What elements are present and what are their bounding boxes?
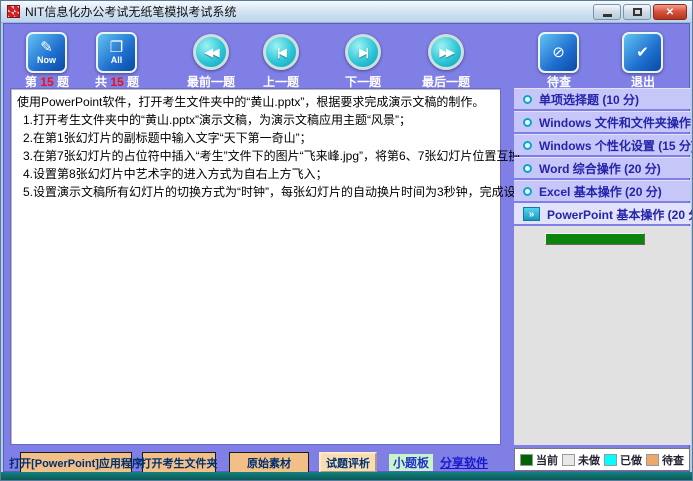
previous-icon: |◀: [277, 46, 285, 59]
circle-icon: [523, 187, 532, 196]
legend-current: 当前: [520, 452, 558, 468]
section-sidebar: 单项选择题 (10 分) Windows 文件和文件夹操作 (15 分) Win…: [514, 88, 691, 445]
document-icon: ❐: [110, 41, 123, 55]
app-icon: [7, 5, 20, 18]
section-label: 单项选择题 (10 分): [539, 91, 639, 108]
section-label: Windows 文件和文件夹操作 (15 分): [539, 114, 693, 131]
sidebar-item-word[interactable]: Word 综合操作 (20 分): [514, 157, 691, 178]
pencil-icon: ✎: [40, 41, 53, 55]
question-button-current[interactable]: [545, 233, 645, 245]
previous-question-button[interactable]: |◀: [263, 34, 299, 70]
question-board-link[interactable]: 小题板: [389, 454, 433, 471]
section-label: Word 综合操作 (20 分): [539, 160, 661, 177]
maximize-icon: [633, 8, 642, 16]
open-application-button[interactable]: 打开[PowerPoint]应用程序: [20, 452, 132, 473]
legend-review: 待查: [646, 452, 684, 468]
sidebar-item-powerpoint-current[interactable]: » PowerPoint 基本操作 (20 分): [514, 203, 691, 224]
label-prefix: 共: [95, 75, 107, 89]
question-button-panel: [514, 226, 691, 445]
check-document-icon: ✔: [636, 46, 649, 60]
label-suffix: 题: [127, 75, 139, 89]
legend-not-done: 未做: [562, 452, 600, 468]
legend-done: 已做: [604, 452, 642, 468]
done-swatch: [604, 454, 617, 466]
exit-button[interactable]: ✔: [622, 32, 663, 73]
question-analysis-button[interactable]: 试题评析: [319, 452, 377, 473]
now-button-text: Now: [37, 55, 56, 65]
question-item: 1.打开考生文件夹中的“黄山.pptx”演示文稿，为演示文稿应用主题“风景”；: [17, 111, 494, 129]
window-controls: ✕: [593, 4, 687, 20]
legend-label: 待查: [662, 452, 684, 468]
close-button[interactable]: ✕: [653, 4, 687, 20]
question-item: 4.设置第8张幻灯片中艺术字的进入方式为自右上方飞入；: [17, 165, 494, 183]
all-questions-view-button[interactable]: ❐ All: [96, 32, 137, 73]
circle-icon: [523, 141, 532, 150]
question-item: 2.在第1张幻灯片的副标题中输入文字“天下第一奇山”；: [17, 129, 494, 147]
question-item: 3.在第7张幻灯片的占位符中插入“考生”文件下的图片“飞来峰.jpg”，将第6、…: [17, 147, 494, 165]
current-question-number: 15: [40, 75, 53, 89]
total-questions-number: 15: [110, 75, 123, 89]
circle-icon: [523, 95, 532, 104]
sidebar-item-windows-personalize[interactable]: Windows 个性化设置 (15 分): [514, 134, 691, 155]
window-bottom-frame: [1, 472, 692, 480]
open-student-folder-button[interactable]: 打开考生文件夹: [142, 452, 216, 473]
circle-icon: [523, 164, 532, 173]
next-question-button[interactable]: ▶|: [345, 34, 381, 70]
first-question-button[interactable]: ◀◀: [193, 34, 229, 70]
close-icon: ✕: [666, 7, 674, 18]
question-panel: 使用PowerPoint软件，打开考生文件夹中的“黄山.pptx”，根据要求完成…: [10, 88, 501, 445]
legend-label: 已做: [620, 452, 642, 468]
not-done-swatch: [562, 454, 575, 466]
minimize-icon: [603, 14, 612, 17]
app-window: NIT信息化办公考试无纸笔模拟考试系统 ✕ ✎ Now ❐ All 第 15 题…: [0, 0, 693, 481]
share-software-link[interactable]: 分享软件: [436, 454, 492, 471]
maximize-button[interactable]: [623, 4, 651, 20]
question-item: 5.设置演示文稿所有幻灯片的切换方式为“时钟”，每张幻灯片的自动换片时间为3秒钟…: [17, 183, 494, 201]
section-label: PowerPoint 基本操作 (20 分): [547, 206, 693, 223]
skip-to-first-icon: ◀◀: [205, 46, 218, 59]
minimize-button[interactable]: [593, 4, 621, 20]
legend-label: 未做: [578, 452, 600, 468]
section-label: Excel 基本操作 (20 分): [539, 183, 662, 200]
next-icon: ▶|: [359, 46, 367, 59]
double-arrow-icon: »: [523, 207, 540, 221]
mark-for-review-button[interactable]: ⊘: [538, 32, 579, 73]
original-material-button[interactable]: 原始素材: [229, 452, 309, 473]
last-question-button[interactable]: ▶▶: [428, 34, 464, 70]
status-legend: 当前 未做 已做 待查: [514, 448, 690, 471]
sidebar-item-windows-files[interactable]: Windows 文件和文件夹操作 (15 分): [514, 111, 691, 132]
label-suffix: 题: [57, 75, 69, 89]
legend-label: 当前: [536, 452, 558, 468]
question-intro: 使用PowerPoint软件，打开考生文件夹中的“黄山.pptx”，根据要求完成…: [17, 93, 494, 111]
review-swatch: [646, 454, 659, 466]
section-label: Windows 个性化设置 (15 分): [539, 137, 693, 154]
current-swatch: [520, 454, 533, 466]
app-body: ✎ Now ❐ All 第 15 题 共 15 题 ◀◀ 最前一题 |◀ 上一题…: [3, 23, 690, 472]
circle-icon: [523, 118, 532, 127]
all-button-text: All: [111, 55, 123, 65]
label-prefix: 第: [25, 75, 37, 89]
sidebar-item-excel[interactable]: Excel 基本操作 (20 分): [514, 180, 691, 201]
window-title: NIT信息化办公考试无纸笔模拟考试系统: [25, 3, 236, 20]
review-slash-icon: ⊘: [552, 46, 565, 60]
titlebar: NIT信息化办公考试无纸笔模拟考试系统 ✕: [1, 1, 692, 23]
sidebar-item-single-choice[interactable]: 单项选择题 (10 分): [514, 88, 691, 109]
current-question-view-button[interactable]: ✎ Now: [26, 32, 67, 73]
skip-to-last-icon: ▶▶: [440, 46, 453, 59]
